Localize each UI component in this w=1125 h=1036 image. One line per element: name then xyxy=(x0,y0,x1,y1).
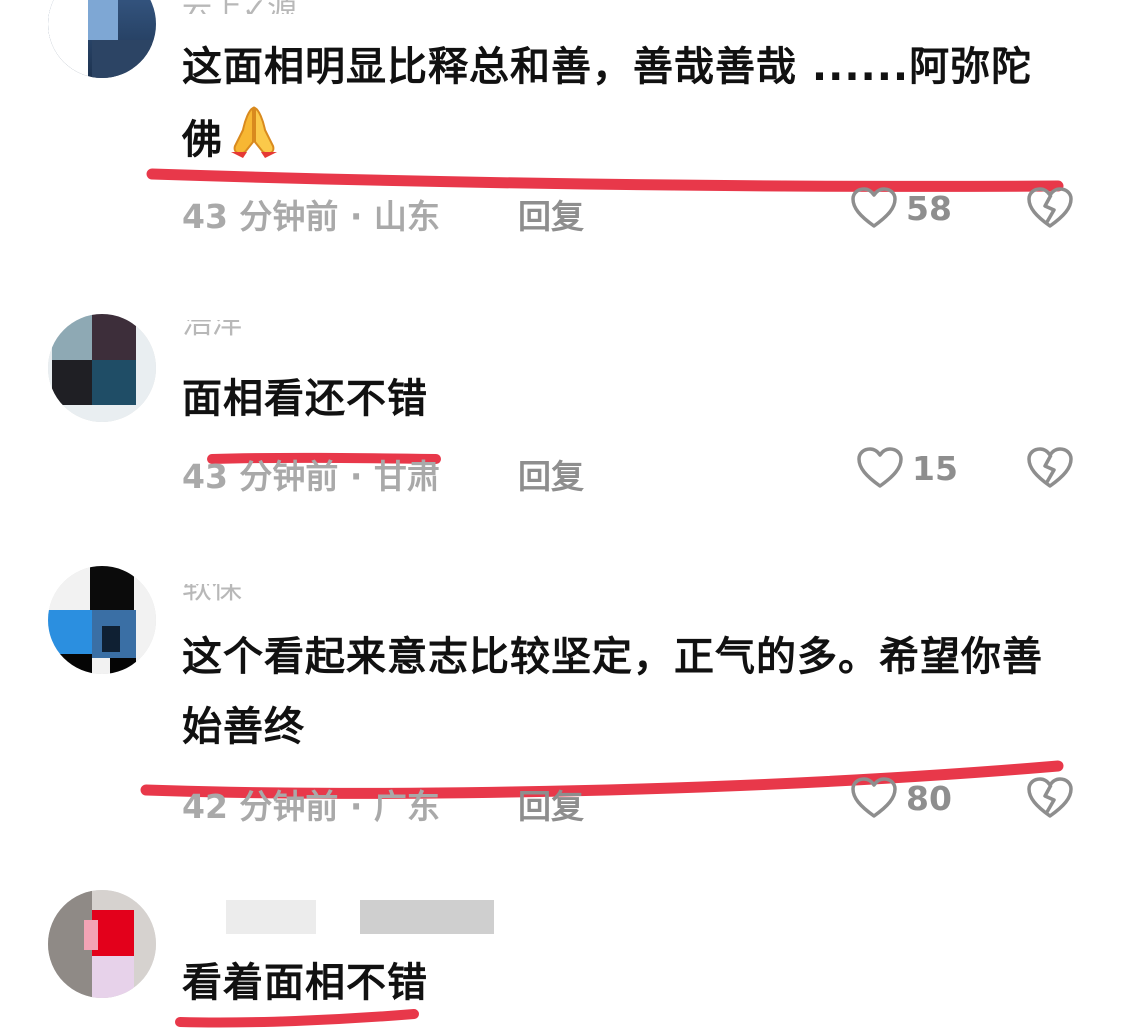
avatar-image xyxy=(48,566,156,674)
avatar[interactable] xyxy=(48,0,156,78)
like-button[interactable]: 15 xyxy=(856,446,958,490)
like-button[interactable]: 58 xyxy=(850,186,952,230)
comment-text: 面相看还不错 xyxy=(182,376,428,422)
username[interactable]: 软保 xyxy=(182,584,242,602)
comment-meta: 43 分钟前 · 山东 xyxy=(182,197,440,236)
reply-button[interactable]: 回复 xyxy=(518,190,584,238)
avatar[interactable] xyxy=(48,566,156,674)
like-count: 15 xyxy=(912,448,958,488)
broken-heart-icon xyxy=(1027,777,1073,818)
dislike-button[interactable] xyxy=(1026,446,1074,494)
broken-heart-icon xyxy=(1027,187,1073,228)
avatar[interactable] xyxy=(48,890,156,998)
comment-item: 软保 这个看起来意志比较坚定，正气的多。希望你善始善终 42 分钟前 · 广东 … xyxy=(0,540,1125,840)
comment-text: 这面相明显比释总和善，善哉善哉 ......阿弥陀佛 xyxy=(182,32,1052,182)
comment-item: 浩洋 面相看还不错 43 分钟前 · 甘肃 回复 15 xyxy=(0,290,1125,530)
heart-icon xyxy=(857,447,903,488)
dislike-button[interactable] xyxy=(1026,776,1074,824)
comment-meta: 42 分钟前 · 广东 xyxy=(182,787,440,826)
like-count: 80 xyxy=(906,778,952,818)
comment-text: 这个看起来意志比较坚定，正气的多。希望你善始善终 xyxy=(182,634,1043,750)
comment-feed: 云上✓源 这面相明显比释总和善，善哉善哉 ......阿弥陀佛 43 分钟前 ·… xyxy=(0,0,1125,1036)
dislike-button[interactable] xyxy=(1026,186,1074,234)
username[interactable]: 浩洋 xyxy=(182,320,242,342)
folded-hands-icon xyxy=(223,102,285,182)
comment-item: 看着面相不错 xyxy=(0,880,1125,1036)
like-button[interactable]: 80 xyxy=(850,776,952,820)
avatar-image xyxy=(48,890,156,998)
username[interactable]: 云上✓源 xyxy=(182,0,297,14)
username-redaction xyxy=(226,900,316,934)
comment-text: 看着面相不错 xyxy=(182,960,428,1006)
heart-icon xyxy=(851,187,897,228)
like-count: 58 xyxy=(906,188,952,228)
broken-heart-icon xyxy=(1027,447,1073,488)
avatar-image xyxy=(48,0,156,78)
comment-meta: 43 分钟前 · 甘肃 xyxy=(182,457,440,496)
username-redaction xyxy=(360,900,494,934)
avatar[interactable] xyxy=(48,314,156,422)
reply-button[interactable]: 回复 xyxy=(518,780,584,828)
comment-item: 云上✓源 这面相明显比释总和善，善哉善哉 ......阿弥陀佛 43 分钟前 ·… xyxy=(0,0,1125,260)
heart-icon xyxy=(851,777,897,818)
avatar-image xyxy=(48,314,156,422)
reply-button[interactable]: 回复 xyxy=(518,450,584,498)
